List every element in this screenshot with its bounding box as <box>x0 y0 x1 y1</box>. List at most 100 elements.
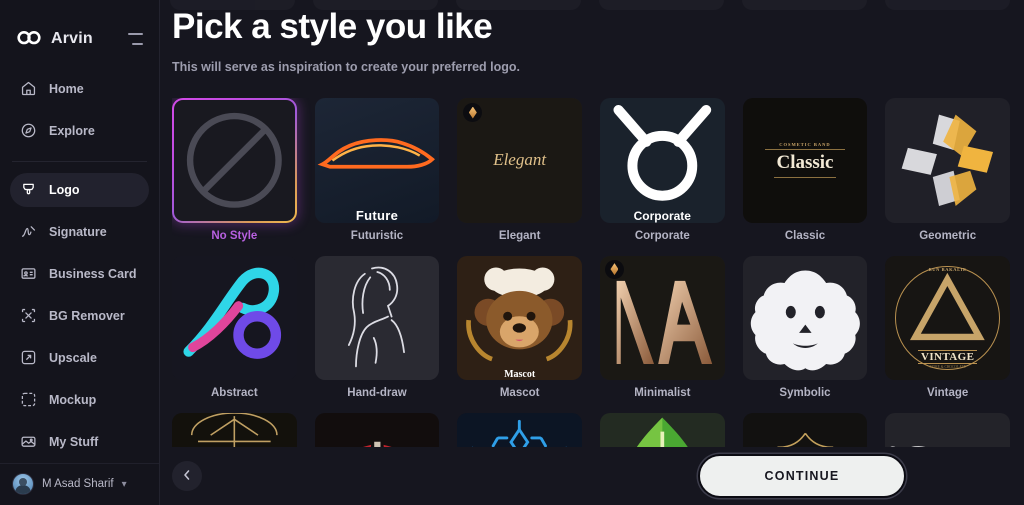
style-label: Elegant <box>498 229 541 242</box>
style-thumb-geometric-icon <box>885 98 1010 223</box>
page-title: Pick a style you like <box>172 7 493 46</box>
sidebar-item-label: BG Remover <box>49 308 125 323</box>
style-thumb-frame: Grunge <box>314 413 440 447</box>
sidebar-nav: Home Explore Logo Signature Business Car… <box>0 68 159 463</box>
brand-name: Arvin <box>51 29 93 47</box>
sidebar-item-mockup[interactable]: Mockup <box>10 383 149 417</box>
style-thumb-frame: M <box>742 413 868 447</box>
style-thumb-no-style-icon <box>174 100 295 221</box>
chevron-left-icon <box>181 469 193 484</box>
chevron-down-icon[interactable]: ▾ <box>122 479 127 490</box>
style-card-grunge[interactable]: GrungeGrunge <box>314 413 440 447</box>
sidebar-item-label: Logo <box>49 182 80 197</box>
style-thumb-grunge-icon: Grunge <box>314 413 440 447</box>
style-thumb-frame <box>742 255 868 381</box>
sidebar-item-upscale[interactable]: Upscale <box>10 341 149 375</box>
sidebar-item-home[interactable]: Home <box>10 72 149 106</box>
style-thumb-frame <box>172 98 297 223</box>
hamburger-icon[interactable] <box>128 32 143 45</box>
style-thumb-frame <box>457 413 582 447</box>
style-card-classic[interactable]: COSMETIC BAND Classic Classic <box>742 98 868 242</box>
sidebar-item-label: Business Card <box>49 266 137 281</box>
style-thumb-artdeco-icon: ART DECO <box>172 413 297 447</box>
style-thumb-frame <box>314 255 440 381</box>
style-label: Mascot <box>499 387 540 400</box>
signature-pen-icon <box>20 223 37 240</box>
style-card-luxury[interactable]: MLuxury <box>742 413 868 447</box>
style-label: Futuristic <box>350 229 404 242</box>
sidebar-item-bg-remover[interactable]: BG Remover <box>10 299 149 333</box>
style-thumb-frame: Natural <box>599 413 725 447</box>
style-thumb-frame: Elegant <box>457 98 582 223</box>
user-name: M Asad Sharif <box>42 478 114 491</box>
style-thumb-frame <box>599 255 725 381</box>
style-label: Hand-draw <box>347 387 407 400</box>
style-thumb-frame: ART DECO <box>172 413 297 447</box>
home-icon <box>20 80 37 97</box>
page-subtitle: This will serve as inspiration to create… <box>172 59 521 74</box>
brand-header: Arvin <box>0 0 159 54</box>
app-root: Arvin Home Explore Logo Signature Busine… <box>0 0 1024 505</box>
style-thumb-futuristic-icon: Future <box>314 98 440 223</box>
style-thumb-frame: Corporate <box>599 98 725 223</box>
style-card-handdraw[interactable]: Hand-draw <box>314 255 440 400</box>
sidebar-item-label: Signature <box>49 224 107 239</box>
style-thumb-frame: COSMETIC BAND Classic <box>742 98 868 223</box>
infinity-logo-icon <box>16 30 42 48</box>
sidebar-item-logo[interactable]: Logo <box>10 172 149 207</box>
style-card-geometric[interactable]: Geometric <box>885 98 1010 242</box>
style-label: Classic <box>784 229 826 242</box>
back-button[interactable] <box>172 461 202 491</box>
style-card-no-style[interactable]: No Style <box>172 98 297 242</box>
sidebar-item-my-stuff[interactable]: My Stuff <box>10 425 149 459</box>
style-grid-scroll[interactable]: No Style Future Futuristic Elegant Elegant… <box>172 98 1010 447</box>
style-card-corporate[interactable]: Corporate Corporate <box>599 98 725 242</box>
gallery-icon <box>20 433 37 450</box>
style-thumb-pets-icon <box>885 413 1010 447</box>
sidebar: Arvin Home Explore Logo Signature Busine… <box>0 0 160 505</box>
continue-button[interactable]: CONTINUE <box>698 454 906 498</box>
style-thumb-handdraw-icon <box>314 255 440 381</box>
sidebar-item-label: Home <box>49 81 84 96</box>
compass-icon <box>20 122 37 139</box>
style-thumb-frame: BUN BAKALIE VINTAGE MORE & CHOCOLATE <box>885 255 1010 381</box>
style-thumb-frame <box>885 413 1010 447</box>
style-label: Symbolic <box>779 387 831 400</box>
style-thumb-classic-icon: COSMETIC BAND Classic <box>742 98 868 223</box>
sidebar-item-label: Upscale <box>49 350 97 365</box>
upscale-icon <box>20 349 37 366</box>
style-thumb-frame: Mascot <box>457 255 582 381</box>
style-card-vintage[interactable]: BUN BAKALIE VINTAGE MORE & CHOCOLATE Vint… <box>885 255 1010 400</box>
style-card-artdeco[interactable]: ART DECO Art Deco <box>172 413 297 447</box>
style-label: No Style <box>211 229 258 242</box>
style-thumb-abstract-icon <box>172 255 297 381</box>
style-card-tech[interactable]: Tech <box>457 413 582 447</box>
style-card-abstract[interactable]: Abstract <box>172 255 297 400</box>
avatar <box>12 473 34 496</box>
style-card-symbolic[interactable]: Symbolic <box>742 255 868 400</box>
sidebar-item-explore[interactable]: Explore <box>10 114 149 148</box>
style-card-pets[interactable]: Pets <box>885 413 1010 447</box>
style-thumb-luxury-icon: M <box>742 413 868 447</box>
sidebar-divider <box>12 160 147 162</box>
style-label: Minimalist <box>634 387 691 400</box>
sidebar-item-signature[interactable]: Signature <box>10 215 149 249</box>
sidebar-item-business-card[interactable]: Business Card <box>10 257 149 291</box>
style-thumb-vintage-icon: BUN BAKALIE VINTAGE MORE & CHOCOLATE <box>885 255 1010 381</box>
style-card-mascot[interactable]: Mascot Mascot <box>457 255 582 400</box>
style-card-minimalist[interactable]: Minimalist <box>599 255 725 400</box>
style-thumb-minimalist-icon <box>599 255 725 381</box>
footer-bar: CONTINUE <box>172 447 1010 505</box>
style-thumb-frame: Future <box>314 98 440 223</box>
style-thumb-natural-icon: Natural <box>599 413 725 447</box>
style-thumb-frame <box>885 98 1010 223</box>
style-thumb-mascot-icon: Mascot <box>457 255 582 381</box>
sidebar-item-label: My Stuff <box>49 434 99 449</box>
style-card-futuristic[interactable]: Future Futuristic <box>314 98 440 242</box>
page-header: Pick a style you like This will serve as… <box>160 0 1024 74</box>
style-card-elegant[interactable]: Elegant Elegant <box>457 98 582 242</box>
style-thumb-elegant-icon: Elegant <box>457 98 582 223</box>
style-card-natural[interactable]: NaturalNatural <box>599 413 725 447</box>
user-account-row[interactable]: M Asad Sharif ▾ <box>0 462 159 505</box>
style-thumb-symbolic-icon <box>742 255 868 381</box>
